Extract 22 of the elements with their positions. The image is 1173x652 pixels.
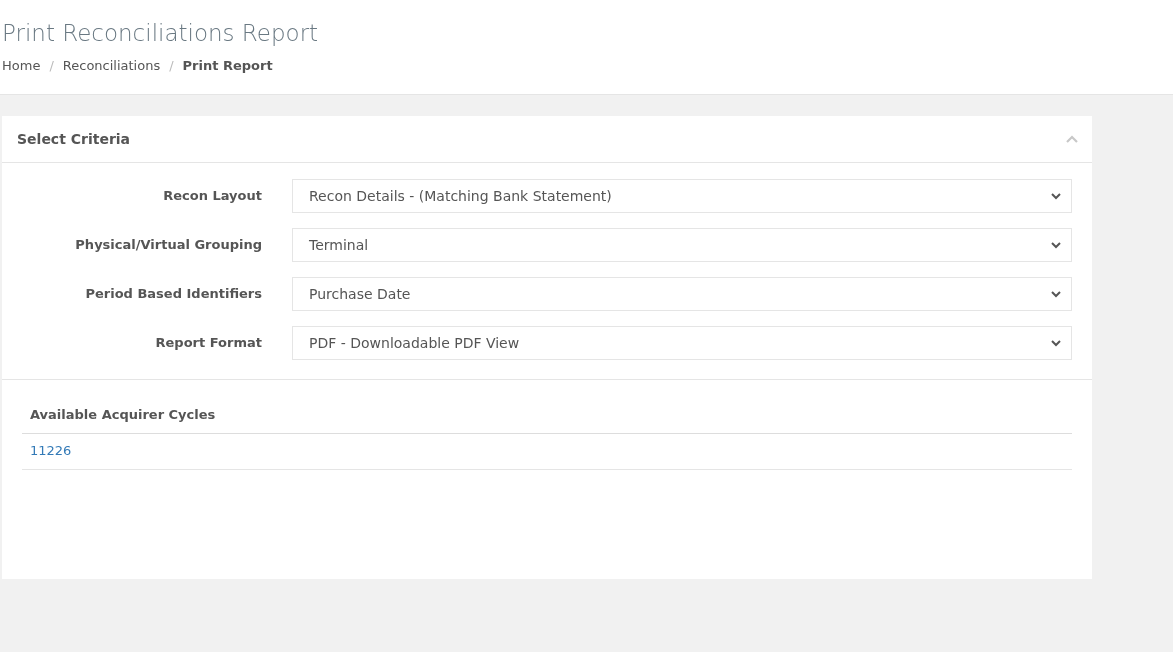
chevron-down-icon bbox=[1051, 290, 1061, 298]
panel-title: Select Criteria bbox=[17, 129, 131, 149]
breadcrumb-separator: / bbox=[169, 57, 174, 75]
chevron-down-icon bbox=[1051, 192, 1061, 200]
field-label: Period Based Identifiers bbox=[84, 285, 262, 304]
chevron-down-icon bbox=[1051, 241, 1061, 249]
column-header: Available Acquirer Cycles bbox=[29, 406, 217, 424]
select-field[interactable]: Purchase Date bbox=[292, 277, 1072, 311]
cycle-link[interactable]: 11226 bbox=[22, 441, 80, 461]
select-field[interactable]: PDF - Downloadable PDF View bbox=[292, 326, 1072, 360]
chevron-down-icon bbox=[1051, 339, 1061, 347]
field-label: Report Format bbox=[154, 334, 262, 353]
select-field[interactable]: Recon Details - (Matching Bank Statement) bbox=[292, 179, 1072, 213]
breadcrumb-separator: / bbox=[49, 57, 54, 75]
select-field[interactable]: Terminal bbox=[292, 228, 1072, 262]
breadcrumb-link[interactable]: Reconciliations bbox=[62, 56, 161, 76]
page-title: Print Reconciliations Report bbox=[2, 19, 319, 48]
field-label: Recon Layout bbox=[162, 187, 262, 206]
breadcrumb-current: Print Report bbox=[182, 57, 273, 75]
breadcrumb-link[interactable]: Home bbox=[2, 56, 41, 76]
field-label: Physical/Virtual Grouping bbox=[74, 236, 262, 255]
collapse-chevron-icon[interactable] bbox=[1066, 135, 1078, 143]
